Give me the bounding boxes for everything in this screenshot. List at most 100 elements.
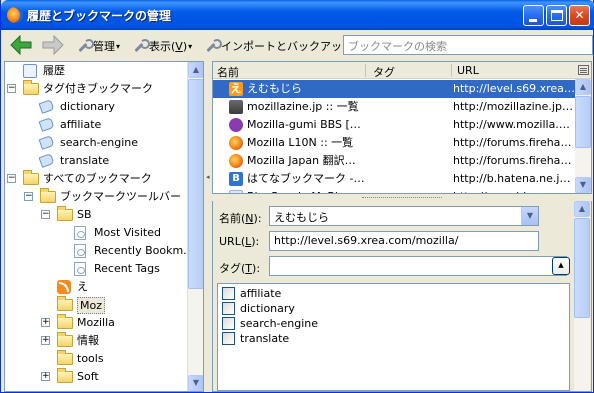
tree-item[interactable]: − ブックマークツールバー: [5, 188, 187, 206]
list-item[interactable]: Mozilla Japan 翻訳部... http://forums.fireha…: [213, 152, 575, 170]
tag-label: search-engine: [240, 317, 319, 330]
list-item[interactable]: Mozilla L10N :: 一覧 http://forums.firehack…: [213, 134, 575, 152]
collapse-icon[interactable]: −: [7, 84, 16, 93]
folder-icon: [57, 296, 73, 311]
tree-item-label: タグ付きブックマーク: [43, 82, 153, 95]
tree-item[interactable]: affiliate: [5, 116, 187, 134]
title-bar[interactable]: 履歴とブックマークの管理 ✕: [1, 0, 594, 30]
tree-item[interactable]: dictionary: [5, 98, 187, 116]
expand-icon[interactable]: +: [41, 372, 50, 381]
collapse-icon[interactable]: −: [24, 192, 33, 201]
checkbox[interactable]: [222, 302, 235, 315]
tree-item[interactable]: − タグ付きブックマーク: [5, 80, 187, 98]
tree-item[interactable]: 履歴: [5, 62, 187, 80]
tree-item[interactable]: translate: [5, 152, 187, 170]
tree-item[interactable]: Most Visited: [5, 224, 187, 242]
wrench-icon: [133, 39, 150, 53]
tag-icon: [38, 135, 55, 150]
bookmark-url: http://b.hatena.ne.jp/l...: [453, 172, 575, 185]
firefox-favicon: [229, 154, 243, 168]
tree-item[interactable]: + 情報: [5, 332, 187, 350]
minimize-button[interactable]: [523, 5, 544, 26]
collapse-icon[interactable]: −: [41, 210, 50, 219]
scroll-up-arrow-icon[interactable]: ▲: [575, 79, 591, 95]
list-item[interactable]: mozillazine.jp :: 一覧 http://mozillazine.j…: [213, 98, 575, 116]
checkbox[interactable]: [222, 332, 235, 345]
scroll-thumb[interactable]: [575, 96, 591, 148]
forward-button[interactable]: [42, 35, 64, 55]
expand-tags-button[interactable]: ▲: [552, 257, 570, 275]
tag-checkbox-item[interactable]: translate: [222, 331, 422, 346]
tree-item[interactable]: Recent Tags: [5, 260, 187, 278]
tree-item[interactable]: − SB: [5, 206, 187, 224]
manage-menu-button[interactable]: 管理 ▾: [77, 37, 120, 55]
scroll-down-arrow-icon[interactable]: ▼: [575, 177, 591, 193]
tags-field[interactable]: [269, 256, 567, 276]
column-separator[interactable]: [451, 64, 452, 77]
tag-checklist[interactable]: affiliate dictionary search-engine translat…: [217, 283, 570, 391]
tag-checkbox-item[interactable]: search-engine: [222, 316, 422, 331]
folder-tree[interactable]: 履歴 − タグ付きブックマーク dictionary affiliate search-e…: [4, 61, 204, 392]
tree-item[interactable]: search-engine: [5, 134, 187, 152]
tree-item[interactable]: え: [5, 278, 187, 296]
smart-folder-icon: [74, 262, 86, 276]
column-header-tags[interactable]: タグ: [373, 64, 395, 80]
import-backup-menu-button[interactable]: インポートとバックアップ ▾: [205, 37, 358, 55]
folder-icon: [57, 206, 73, 221]
tree-item-label: translate: [60, 154, 110, 167]
triangle-up-icon: ▲: [558, 261, 564, 269]
tree-item[interactable]: Moz: [5, 296, 187, 314]
bookmark-url: http://level.s69.xrea.c...: [453, 82, 575, 95]
tag-checkbox-item[interactable]: dictionary: [222, 301, 422, 316]
tree-item-label: ブックマークツールバー: [60, 190, 181, 203]
tree-item[interactable]: + Mozilla: [5, 314, 187, 332]
tree-item[interactable]: Recently Bookm...: [5, 242, 194, 260]
column-header-url[interactable]: URL: [457, 64, 479, 77]
expand-icon[interactable]: +: [41, 336, 50, 345]
url-field[interactable]: http://level.s69.xrea.com/mozilla/: [269, 231, 539, 251]
tree-item[interactable]: − すべてのブックマーク: [5, 170, 187, 188]
folder-tree-scrollbar[interactable]: ▲ ▼: [187, 62, 203, 391]
tree-item-label: 履歴: [43, 64, 65, 77]
pane-splitter[interactable]: ◂: [204, 61, 212, 392]
tag-label: translate: [240, 332, 290, 345]
chevron-down-icon[interactable]: ▼: [521, 207, 538, 225]
back-button[interactable]: [10, 35, 32, 55]
smart-folder-icon: [74, 226, 86, 240]
view-menu-label: 表示: [149, 40, 171, 53]
checkbox[interactable]: [222, 287, 235, 300]
scroll-thumb[interactable]: [188, 79, 203, 289]
bookmark-url: http://www.blogpeo...: [453, 188, 575, 193]
tag-checkbox-item[interactable]: affiliate: [222, 286, 422, 301]
dropdown-caret-icon: ▾: [116, 41, 121, 51]
tree-item[interactable]: tools: [5, 350, 187, 368]
tag-icon: [38, 99, 55, 114]
bookmark-name: mozillazine.jp :: 一覧: [247, 100, 359, 113]
maximize-button[interactable]: [546, 5, 567, 26]
list-item[interactable]: B はてなブックマーク - lev... http://b.hatena.ne.jp…: [213, 170, 575, 188]
search-input[interactable]: ブックマークの検索: [343, 35, 593, 55]
column-separator[interactable]: [365, 64, 366, 77]
minimize-icon: [529, 19, 537, 22]
details-scrollbar[interactable]: ▲: [574, 201, 590, 391]
scroll-thumb[interactable]: [574, 218, 590, 318]
name-field[interactable]: えむもじら ▼: [269, 206, 539, 226]
scroll-up-arrow-icon[interactable]: ▲: [188, 62, 203, 78]
list-item[interactable]: Mozilla-gumi BBS [A... http://www.mozilla…: [213, 116, 575, 134]
bookmark-url: http://forums.firehack...: [453, 154, 575, 167]
checkbox[interactable]: [222, 317, 235, 330]
column-picker-icon[interactable]: [578, 65, 589, 75]
list-item[interactable]: BlogPeople MyBlog... http://www.blogpeo..…: [213, 188, 575, 193]
expand-icon[interactable]: +: [41, 318, 50, 327]
scroll-down-arrow-icon[interactable]: ▼: [188, 375, 203, 391]
view-menu-button[interactable]: 表示 (V) ▾: [133, 37, 192, 55]
list-scrollbar[interactable]: ▲ ▼: [575, 79, 591, 193]
bookmark-list[interactable]: 名前 タグ URL ええむもじら http://level.s69.xrea.c.…: [212, 61, 592, 194]
close-button[interactable]: ✕: [569, 5, 590, 26]
scroll-up-arrow-icon[interactable]: ▲: [574, 201, 590, 217]
collapse-icon[interactable]: −: [7, 174, 16, 183]
column-header-name[interactable]: 名前: [217, 64, 239, 80]
tags-label: タグ(T):: [219, 262, 261, 275]
tree-item[interactable]: + Soft: [5, 368, 187, 386]
list-item[interactable]: ええむもじら http://level.s69.xrea.c...: [213, 80, 575, 98]
